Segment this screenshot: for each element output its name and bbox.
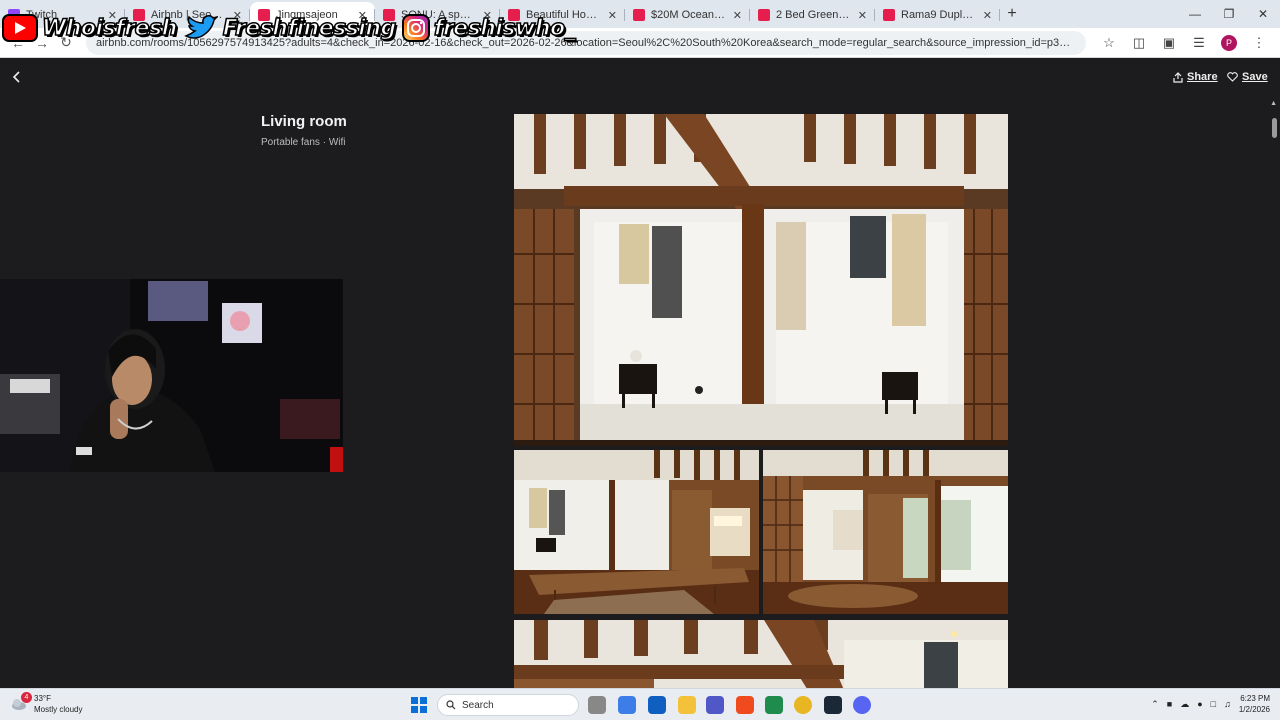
app-icon[interactable] <box>765 696 783 714</box>
profile-avatar[interactable]: P <box>1221 34 1237 51</box>
display-icon[interactable]: □ <box>1211 699 1216 709</box>
bookmark-star-icon[interactable]: ☆ <box>1094 35 1124 51</box>
extensions-icon[interactable]: ◫ <box>1124 35 1154 51</box>
copilot-icon[interactable] <box>618 696 636 714</box>
youtube-handle-text: Whoisfresh <box>41 15 178 42</box>
chrome-icon[interactable] <box>794 696 812 714</box>
clock-date: 1/2/2026 <box>1238 705 1270 714</box>
restore-button[interactable]: ❐ <box>1212 7 1246 21</box>
scrollbar-thumb[interactable] <box>1272 118 1277 138</box>
discord-icon[interactable] <box>853 696 871 714</box>
tab-close-icon[interactable]: ✕ <box>983 9 992 22</box>
scroll-up-arrow-icon[interactable]: ▲ <box>1270 100 1277 107</box>
windows-start-icon[interactable] <box>411 697 427 713</box>
taskbar-clock[interactable]: 6:23 PM 1/2/2026 <box>1239 693 1270 715</box>
cast-icon[interactable]: ▣ <box>1154 35 1184 51</box>
room-photo-3[interactable] <box>763 450 1008 614</box>
brave-browser-icon[interactable] <box>736 696 754 714</box>
tab-favicon-icon <box>883 9 895 21</box>
room-photo-4[interactable] <box>514 620 1008 688</box>
system-tray: ⌃ ■ ☁ ● □ ♫ 6:23 PM 1/2/2026 <box>1151 693 1270 715</box>
twitter-handle: Freshfinessing <box>183 14 397 42</box>
weather-description: Mostly cloudy <box>34 705 83 714</box>
share-icon <box>1173 71 1183 83</box>
window-controls: — ❐ ✕ <box>1178 0 1280 28</box>
tab-close-icon[interactable]: ✕ <box>608 9 617 22</box>
weather-alert-badge: 4 <box>21 692 32 703</box>
instagram-handle: freshiswho_ <box>401 14 576 42</box>
taskbar-search[interactable]: Search <box>437 694 579 716</box>
taskbar-search-label: Search <box>462 699 494 711</box>
room-title: Living room <box>261 113 347 130</box>
instagram-handle-text: freshiswho_ <box>433 15 576 42</box>
heart-icon <box>1227 72 1238 82</box>
tab-close-icon[interactable]: ✕ <box>858 9 867 22</box>
minimize-button[interactable]: — <box>1178 7 1212 21</box>
cloud-icon: 4 <box>10 692 32 713</box>
tray-app-icon[interactable]: ■ <box>1167 699 1172 709</box>
search-icon <box>446 700 456 710</box>
weather-widget[interactable]: 4 33°F Mostly cloudy <box>10 692 83 715</box>
task-view-icon[interactable] <box>588 696 606 714</box>
webcam-overlay <box>0 279 343 472</box>
media-icon[interactable]: ☰ <box>1184 35 1214 51</box>
save-button[interactable]: Save <box>1227 71 1268 83</box>
tab-title: $20M Oceanfront Lux <box>651 9 727 21</box>
store-icon[interactable] <box>648 696 666 714</box>
room-photo-1[interactable] <box>514 114 1008 446</box>
new-tab-button[interactable]: + <box>1000 5 1024 23</box>
teams-icon[interactable] <box>706 696 724 714</box>
windows-taskbar: 4 33°F Mostly cloudy Search ⌃ ■ ☁ ● □ ♫ … <box>0 688 1280 720</box>
room-photo-2[interactable] <box>514 450 759 614</box>
save-label: Save <box>1242 71 1268 83</box>
tab-title: Rama9 Duplex 2 Bedr <box>901 9 977 21</box>
room-amenities: Portable fans · Wifi <box>261 137 346 148</box>
tab-close-icon[interactable]: ✕ <box>733 9 742 22</box>
volume-icon[interactable]: ♫ <box>1224 699 1231 709</box>
clock-time: 6:23 PM <box>1240 694 1270 703</box>
share-label: Share <box>1187 71 1218 83</box>
weather-temperature: 33°F <box>34 694 51 703</box>
back-arrow-icon[interactable] <box>12 70 28 86</box>
stream-social-overlay: Whoisfresh Freshfinessing freshiswho_ <box>2 8 576 48</box>
browser-tab[interactable]: $20M Oceanfront Lux ✕ <box>625 2 750 28</box>
microphone-icon[interactable]: ● <box>1197 699 1202 709</box>
share-button[interactable]: Share <box>1173 71 1218 83</box>
browser-tab[interactable]: 2 Bed Green Lung Po ✕ <box>750 2 875 28</box>
twitter-handle-text: Freshfinessing <box>222 15 397 42</box>
tab-title: 2 Bed Green Lung Po <box>776 9 852 21</box>
browser-tab[interactable]: Rama9 Duplex 2 Bedr ✕ <box>875 2 1000 28</box>
youtube-handle: Whoisfresh <box>2 14 178 42</box>
tab-favicon-icon <box>758 9 770 21</box>
chevron-up-icon[interactable]: ⌃ <box>1151 699 1159 710</box>
youtube-icon <box>2 14 38 42</box>
menu-kebab-icon[interactable]: ⋮ <box>1244 35 1274 51</box>
twitter-bird-icon <box>183 14 219 42</box>
instagram-icon <box>401 14 430 42</box>
file-explorer-icon[interactable] <box>678 696 696 714</box>
steam-icon[interactable] <box>824 696 842 714</box>
tab-favicon-icon <box>633 9 645 21</box>
close-window-button[interactable]: ✕ <box>1246 7 1280 21</box>
network-icon[interactable]: ☁ <box>1180 699 1189 710</box>
